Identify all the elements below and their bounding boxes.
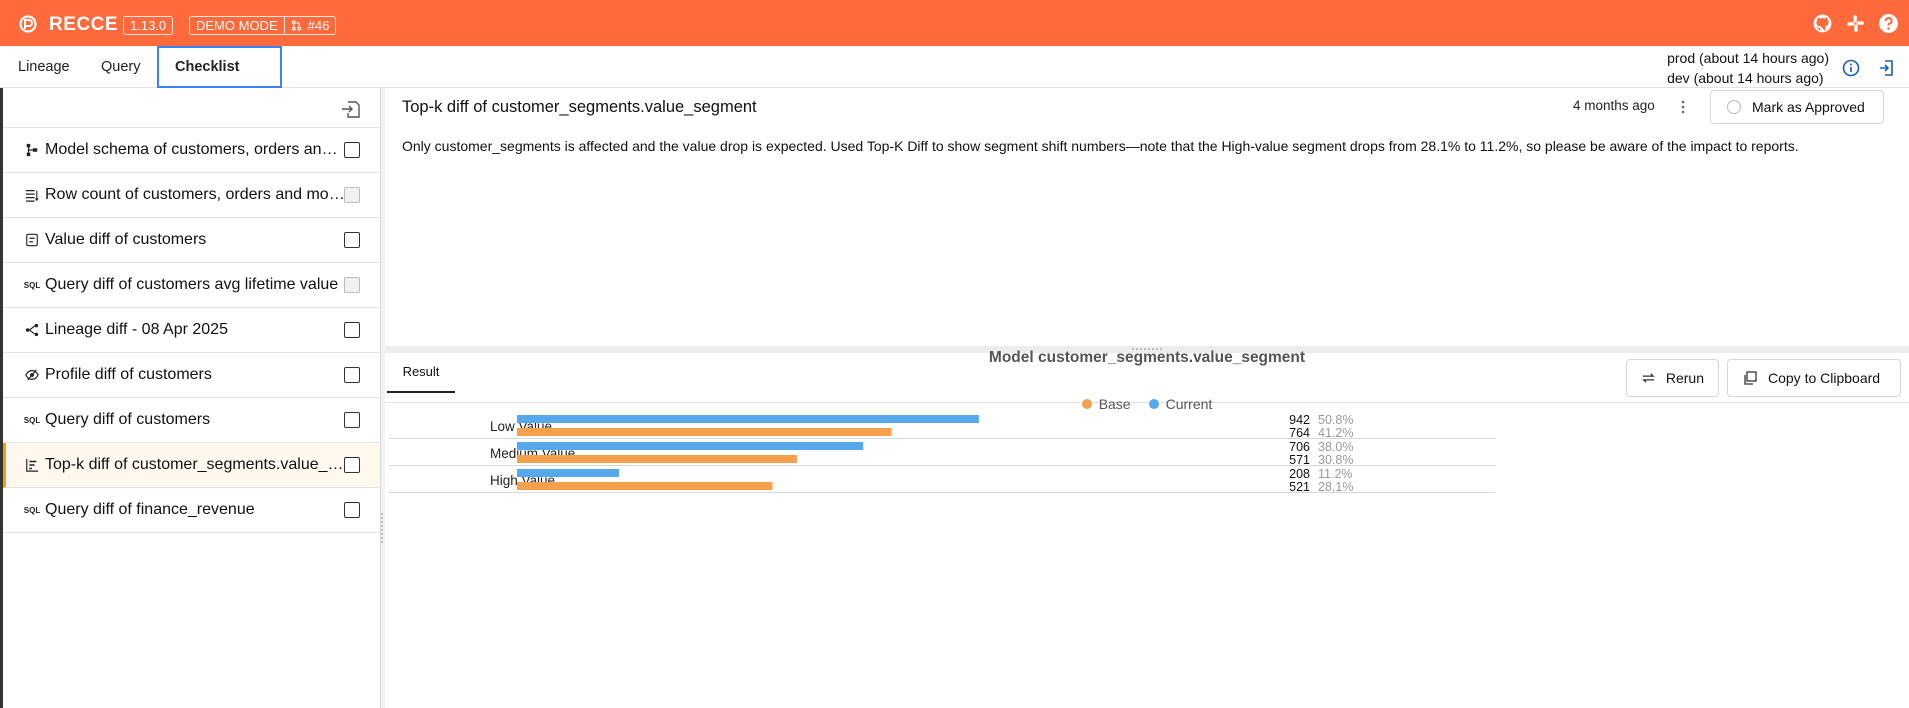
checklist-item-label: Query diff of customers: [45, 411, 211, 428]
check-title[interactable]: Top-k diff of customer_segments.value_se…: [402, 98, 757, 117]
checklist-item-label: Profile diff of customers: [45, 366, 212, 383]
top-icons: [1812, 13, 1899, 34]
value-label-current: 208: [1289, 467, 1310, 481]
nav-bar: Lineage Query Checklist9: [0, 46, 1909, 115]
mark-approved-button[interactable]: Mark as Approved: [1710, 90, 1884, 124]
approve-checkbox[interactable]: [344, 322, 360, 338]
approve-checkbox[interactable]: [344, 412, 360, 428]
checklist-item[interactable]: Row count of customers, orders and model: [3, 173, 380, 218]
env-dev-text: dev (about 14 hours ago): [1667, 70, 1824, 86]
value-label-base: 521: [1289, 480, 1310, 494]
checklist-item[interactable]: Lineage diff - 08 Apr 2025: [3, 308, 380, 353]
help-icon[interactable]: [1878, 13, 1899, 34]
approve-checkbox[interactable]: [344, 502, 360, 518]
sql-icon: SQL: [23, 415, 41, 425]
tab-lineage[interactable]: Lineage: [18, 46, 70, 88]
info-icon[interactable]: [1841, 58, 1861, 78]
topk-icon: [24, 457, 40, 473]
checklist-item-label: Row count of customers, orders and model: [45, 186, 345, 203]
checklist-item-label: Model schema of customers, orders and mo…: [45, 141, 345, 158]
checklist-item[interactable]: SQL Query diff of customers avg lifetime…: [3, 263, 380, 308]
pct-label-base: 28.1%: [1318, 480, 1353, 494]
value-label-current: 942: [1289, 413, 1310, 427]
tab-checklist-label: Checklist: [175, 59, 240, 75]
checklist-item[interactable]: SQL Query diff of finance_revenue: [3, 488, 380, 533]
pct-label-current: 11.2%: [1318, 467, 1353, 481]
version-text: 1.13.0: [130, 18, 167, 33]
mode-text: DEMO MODE: [196, 18, 278, 33]
pull-request-icon: [291, 20, 301, 31]
value-label-base: 764: [1289, 426, 1310, 440]
checklist-item-label: Top-k diff of customer_segments.value_se…: [45, 456, 345, 473]
checklist-item[interactable]: Value diff of customers: [3, 218, 380, 263]
bar-base: [517, 455, 797, 463]
rowcount-icon: [24, 187, 40, 203]
approve-radio-icon: [1727, 100, 1741, 114]
bar-base: [517, 482, 773, 490]
check-detail: Top-k diff of customer_segments.value_se…: [385, 88, 1909, 350]
checklist-item-label: Value diff of customers: [45, 231, 207, 248]
brand-name: RECCE: [49, 14, 119, 35]
pr-number: #46: [307, 18, 330, 33]
mark-approved-label: Mark as Approved: [1752, 99, 1865, 115]
chart-rows: Low Value 942 50.8%764 41.2%Medium Value 706…: [389, 413, 1495, 494]
approve-checkbox[interactable]: [344, 457, 360, 473]
bar-current: [517, 415, 979, 423]
nav-right-icons: [1841, 58, 1897, 78]
profile-icon: [24, 367, 40, 383]
recce-logo-icon: [19, 15, 37, 33]
check-timestamp: 4 months ago: [1573, 98, 1655, 113]
github-icon[interactable]: [1812, 13, 1833, 34]
top-bar: RECCE 1.13.0 DEMO MODE #46: [0, 0, 1909, 46]
checklist-item-label: Lineage diff - 08 Apr 2025: [45, 321, 228, 338]
tab-query[interactable]: Query: [101, 46, 141, 88]
version-badge: 1.13.0: [123, 16, 174, 35]
mode-badge[interactable]: DEMO MODE #46: [189, 16, 337, 35]
env-prod-text: prod (about 14 hours ago): [1667, 50, 1829, 66]
pct-label-current: 38.0%: [1318, 440, 1353, 454]
checklist-toolbar: [3, 88, 380, 128]
export-icon[interactable]: [1877, 58, 1897, 78]
more-options-icon[interactable]: [1679, 97, 1687, 117]
value-label-base: 571: [1289, 453, 1310, 467]
checklist-item-selected[interactable]: Top-k diff of customer_segments.value_se…: [3, 443, 380, 488]
approve-checkbox[interactable]: [344, 277, 360, 293]
import-icon[interactable]: [340, 98, 362, 120]
environment-info: prod (about 14 hours ago) dev (about 14 …: [1667, 48, 1829, 88]
pill-divider: [283, 17, 285, 34]
pct-label-base: 41.2%: [1318, 426, 1353, 440]
checklist-item[interactable]: Profile diff of customers: [3, 353, 380, 398]
checklist-panel: Model schema of customers, orders and mo…: [0, 88, 381, 708]
value-label-current: 706: [1289, 440, 1310, 454]
approve-checkbox[interactable]: [344, 367, 360, 383]
bar-current: [517, 442, 864, 450]
checklist-item-label: Query diff of customers avg lifetime val…: [45, 276, 339, 293]
slack-icon[interactable]: [1845, 13, 1866, 34]
pct-label-base: 30.8%: [1318, 453, 1353, 467]
pct-label-current: 50.8%: [1318, 413, 1353, 427]
bar-current: [517, 469, 619, 477]
approve-checkbox[interactable]: [344, 232, 360, 248]
schema-icon: [24, 142, 40, 158]
approve-checkbox[interactable]: [344, 142, 360, 158]
tab-checklist[interactable]: Checklist9: [157, 46, 282, 115]
checklist-item[interactable]: Model schema of customers, orders and mo…: [3, 128, 380, 173]
check-description[interactable]: Only customer_segments is affected and t…: [402, 135, 1892, 157]
sql-icon: SQL: [23, 280, 41, 290]
topk-chart: Model customer_segments.value_segment Ba…: [385, 331, 1909, 708]
chart-plot: Low Value 942 50.8%764 41.2%Medium Value 706…: [389, 413, 1495, 494]
sql-icon: SQL: [23, 505, 41, 515]
bar-base: [517, 428, 892, 436]
approve-checkbox[interactable]: [344, 187, 360, 203]
value-diff-icon: [24, 232, 40, 248]
checklist-item[interactable]: SQL Query diff of customers: [3, 398, 380, 443]
checklist-item-label: Query diff of finance_revenue: [45, 501, 255, 518]
lineage-icon: [24, 322, 40, 338]
